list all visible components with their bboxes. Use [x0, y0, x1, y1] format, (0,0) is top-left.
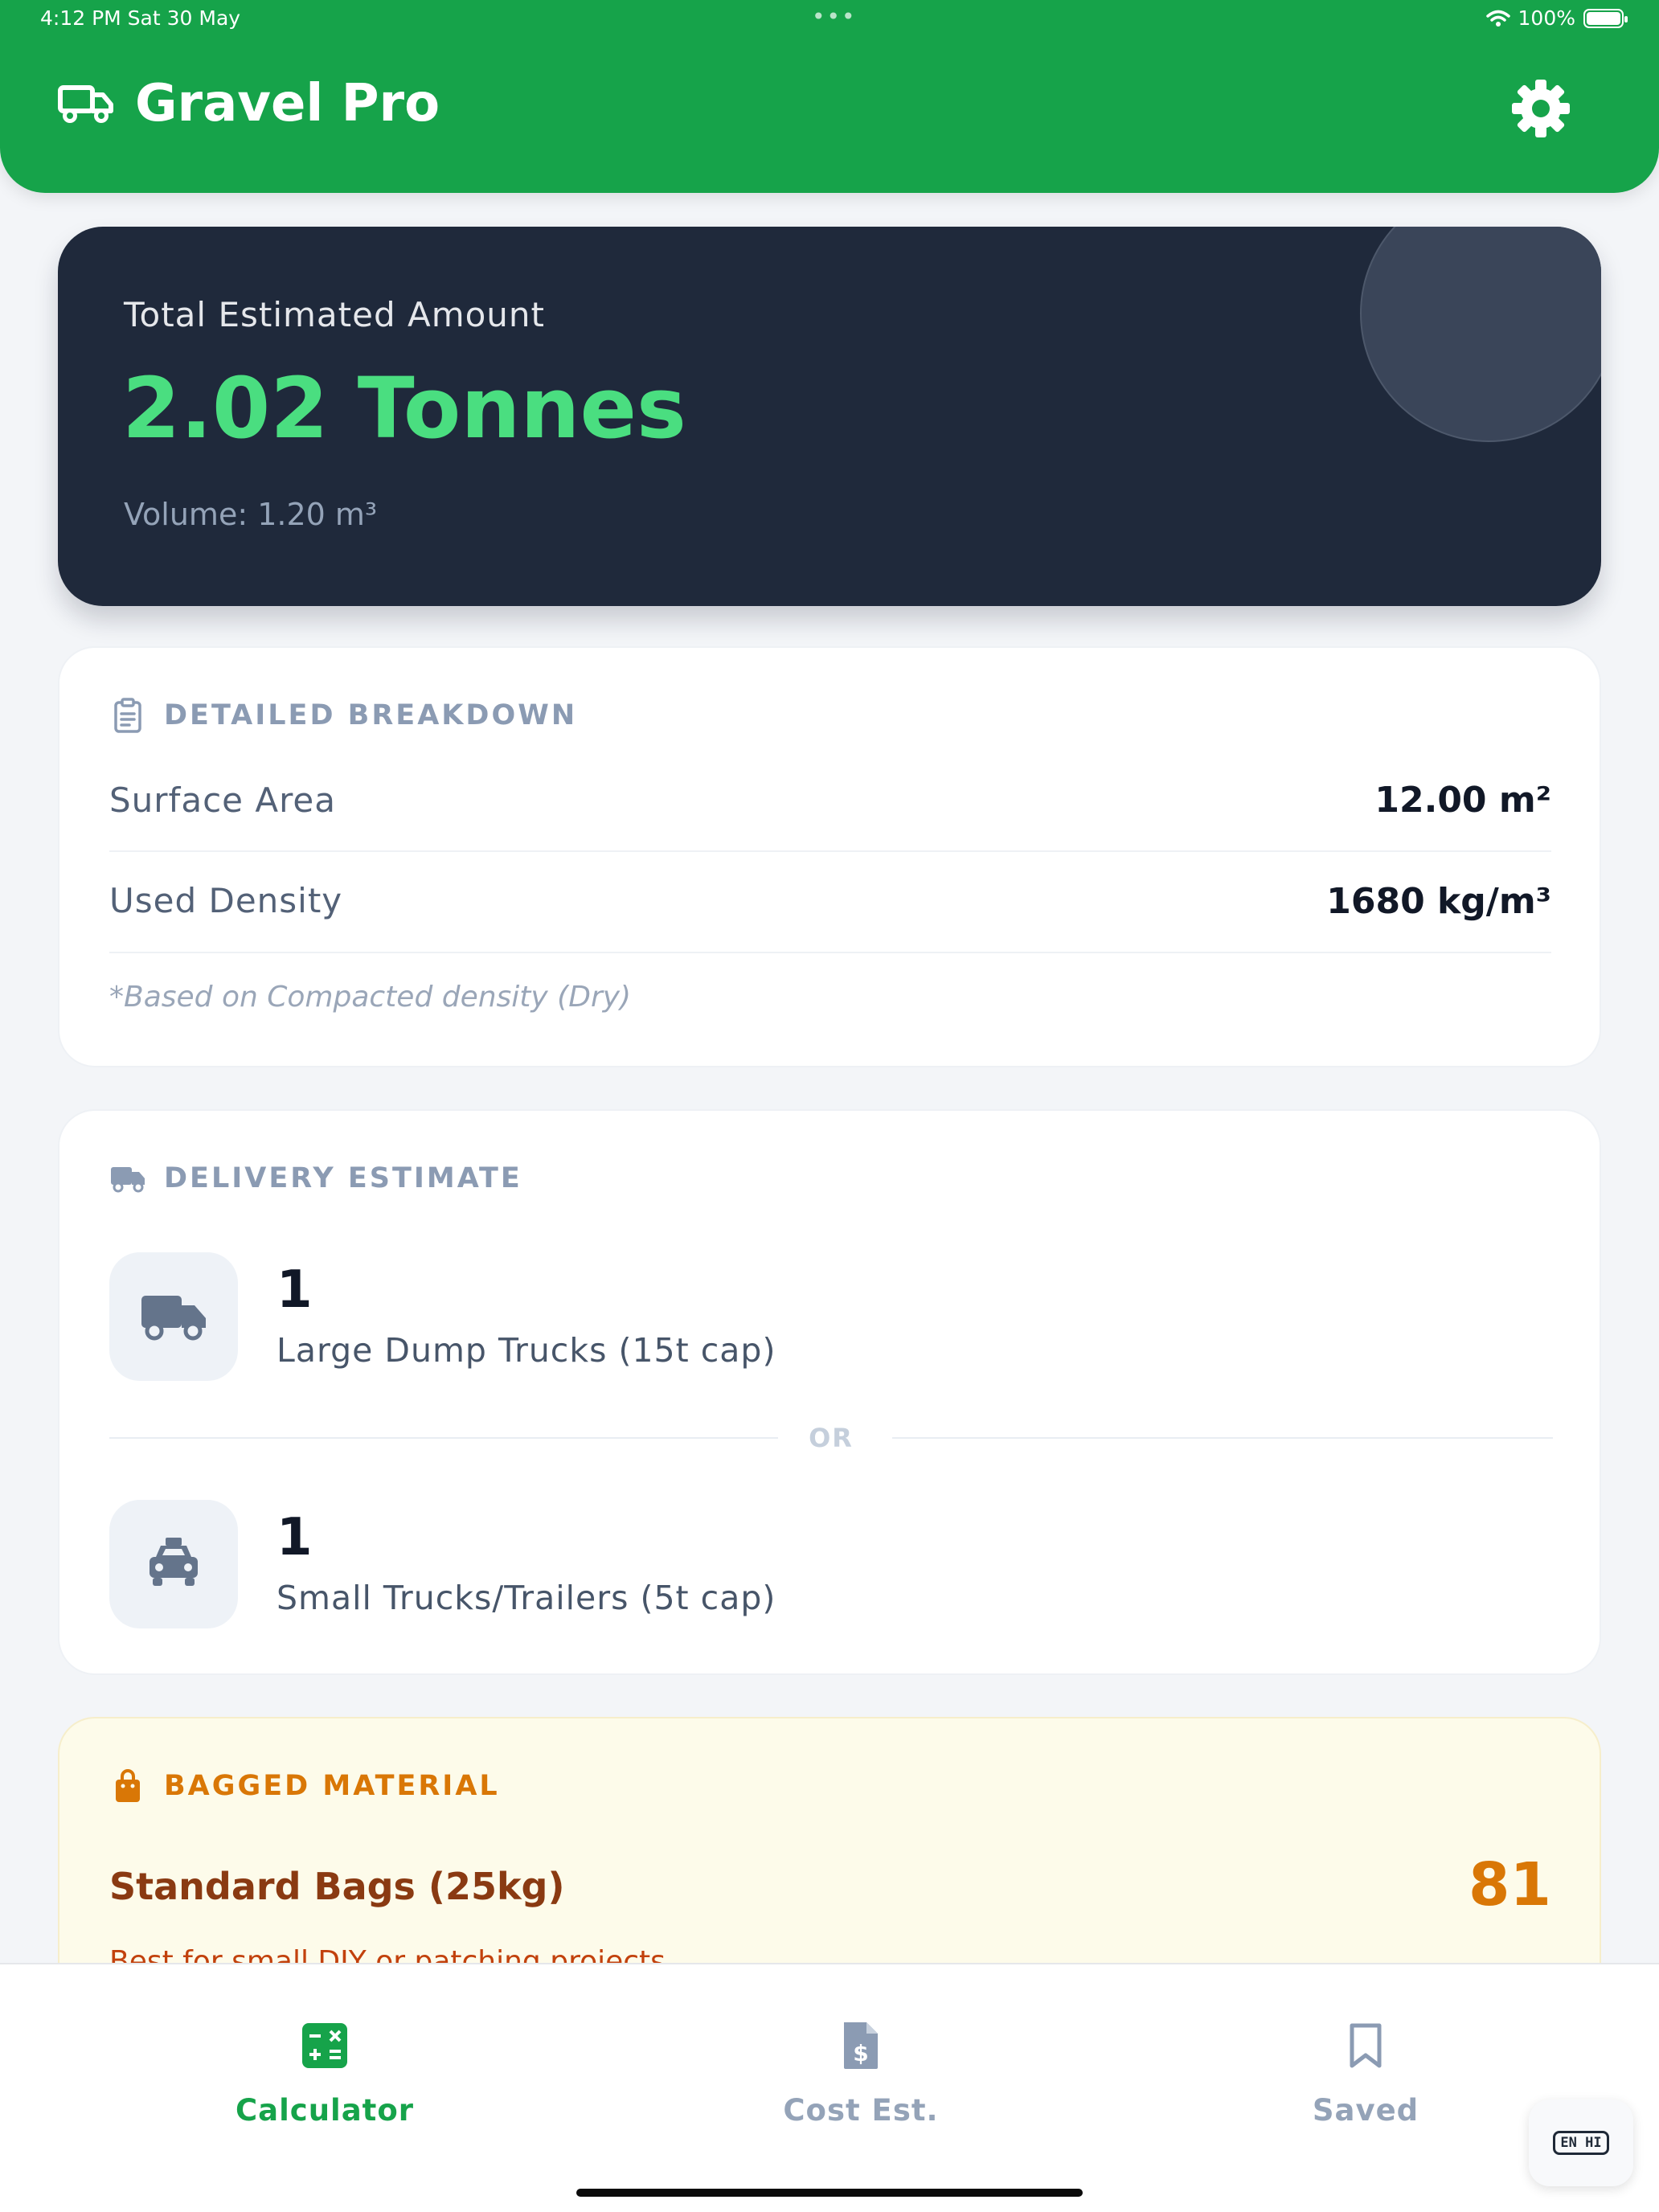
or-divider-right	[892, 1437, 1553, 1439]
row-divider	[109, 850, 1551, 852]
status-time: 4:12 PM Sat 30 May	[40, 6, 241, 30]
calculator-icon	[301, 2021, 349, 2071]
truck-icon	[111, 1167, 145, 1193]
bag-count: 81	[1469, 1850, 1551, 1919]
home-indicator[interactable]	[576, 2189, 1083, 2197]
small-truck-label: Small Trucks/Trailers (5t cap)	[276, 1579, 776, 1617]
total-estimate-label: Total Estimated Amount	[124, 295, 546, 334]
large-truck-tile	[109, 1252, 238, 1381]
clipboard-icon	[114, 698, 141, 733]
tab-cost-estimate[interactable]: $ Cost Est.	[716, 1964, 1006, 2149]
total-estimate-card: Total Estimated Amount 2.02 Tonnes Volum…	[58, 227, 1601, 606]
language-toggle-button[interactable]: EN HI	[1529, 2099, 1633, 2186]
dump-truck-icon	[141, 1296, 206, 1341]
status-indicators: 100%	[1485, 6, 1628, 30]
breakdown-card: DETAILED BREAKDOWN Surface Area 12.00 m²…	[58, 646, 1601, 1067]
car-icon	[150, 1538, 198, 1586]
or-divider-left	[109, 1437, 778, 1439]
delivery-title: DELIVERY ESTIMATE	[164, 1162, 522, 1194]
surface-area-value: 12.00 m²	[1374, 780, 1551, 821]
small-truck-count: 1	[276, 1508, 313, 1567]
delivery-card: DELIVERY ESTIMATE 1 Large Dump Trucks (1…	[58, 1109, 1601, 1675]
shopping-bag-icon	[116, 1769, 140, 1802]
wifi-icon	[1485, 10, 1510, 27]
invoice-dollar-icon: $	[837, 2021, 885, 2071]
tab-saved-label: Saved	[1312, 2093, 1419, 2128]
bookmark-icon	[1342, 2021, 1390, 2071]
battery-icon	[1583, 8, 1628, 28]
app-title: Gravel Pro	[135, 74, 440, 133]
or-separator: OR	[809, 1423, 854, 1453]
surface-area-label: Surface Area	[109, 780, 337, 820]
language-toggle-label: EN HI	[1553, 2131, 1609, 2155]
app-header: 4:12 PM Sat 30 May ••• 100% Gravel Pro	[0, 0, 1659, 193]
bag-name: Standard Bags (25kg)	[109, 1865, 565, 1908]
large-truck-label: Large Dump Trucks (15t cap)	[276, 1331, 776, 1370]
tab-calculator[interactable]: Calculator	[180, 1964, 469, 2149]
tab-saved[interactable]: Saved	[1221, 1964, 1510, 2149]
bottom-tab-bar: Calculator $ Cost Est. Saved	[0, 1963, 1659, 2212]
large-truck-count: 1	[276, 1260, 313, 1320]
total-estimate-value: 2.02 Tonnes	[122, 359, 686, 457]
tab-cost-estimate-label: Cost Est.	[783, 2093, 939, 2128]
density-note: *Based on Compacted density (Dry)	[109, 981, 632, 1014]
battery-percent: 100%	[1518, 6, 1575, 30]
gear-icon	[1512, 80, 1570, 137]
decorative-circle	[1360, 227, 1601, 442]
volume-text: Volume: 1.20 m³	[124, 497, 378, 532]
density-value: 1680 kg/m³	[1326, 881, 1551, 922]
density-label: Used Density	[109, 881, 343, 920]
breakdown-title: DETAILED BREAKDOWN	[164, 699, 578, 731]
truck-icon	[58, 85, 113, 123]
tab-calculator-label: Calculator	[235, 2093, 415, 2128]
row-divider	[109, 952, 1551, 953]
multitask-dots-icon[interactable]: •••	[812, 3, 857, 30]
svg-text:$: $	[853, 2040, 868, 2067]
bagged-title: BAGGED MATERIAL	[164, 1770, 500, 1802]
small-truck-tile	[109, 1500, 238, 1628]
settings-button[interactable]	[1508, 76, 1574, 141]
